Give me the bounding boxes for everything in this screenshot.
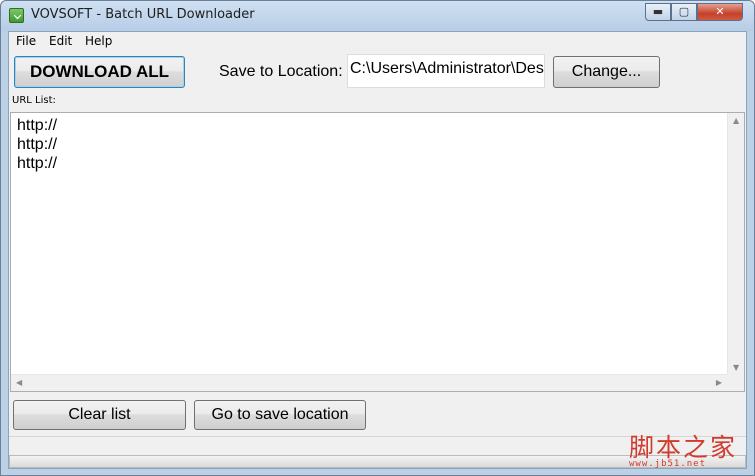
menu-file[interactable]: File	[13, 34, 39, 48]
save-to-location-label: Save to Location:	[219, 63, 343, 80]
save-location-field[interactable]: C:\Users\Administrator\Desktop	[347, 54, 545, 88]
scroll-corner	[727, 374, 744, 391]
minimize-button[interactable]: ▬	[645, 3, 671, 21]
url-line: http://	[17, 136, 58, 153]
watermark-url: www.jb51.net	[629, 459, 707, 469]
client-area: File Edit Help DOWNLOAD ALL Save to Loca…	[8, 31, 747, 469]
change-button[interactable]: Change...	[553, 56, 660, 88]
url-list-textarea[interactable]: http:// http:// http:// ▲ ▼ ◀ ▶	[10, 112, 745, 392]
scroll-right-icon[interactable]: ▶	[716, 378, 722, 388]
vertical-scrollbar[interactable]: ▲ ▼	[727, 113, 744, 376]
app-download-icon	[9, 8, 24, 23]
scroll-down-icon[interactable]: ▼	[733, 363, 739, 373]
clear-list-button[interactable]: Clear list	[13, 400, 186, 430]
close-button[interactable]: ✕	[697, 3, 743, 21]
url-list-label: URL List:	[12, 95, 56, 106]
go-to-save-location-button[interactable]: Go to save location	[194, 400, 366, 430]
scroll-up-icon[interactable]: ▲	[733, 116, 739, 126]
title-bar[interactable]: VOVSOFT - Batch URL Downloader ▬ ▢ ✕	[1, 1, 754, 31]
url-line: http://	[17, 117, 58, 134]
maximize-button[interactable]: ▢	[671, 3, 697, 21]
download-all-button[interactable]: DOWNLOAD ALL	[14, 56, 185, 88]
scroll-left-icon[interactable]: ◀	[16, 378, 22, 388]
window-title: VOVSOFT - Batch URL Downloader	[31, 7, 255, 22]
horizontal-scrollbar[interactable]: ◀ ▶	[11, 374, 727, 391]
menu-help[interactable]: Help	[82, 34, 115, 48]
url-line: http://	[17, 155, 58, 172]
menu-edit[interactable]: Edit	[46, 34, 75, 48]
app-window: VOVSOFT - Batch URL Downloader ▬ ▢ ✕ Fil…	[0, 0, 755, 476]
menu-bar: File Edit Help	[9, 32, 746, 52]
